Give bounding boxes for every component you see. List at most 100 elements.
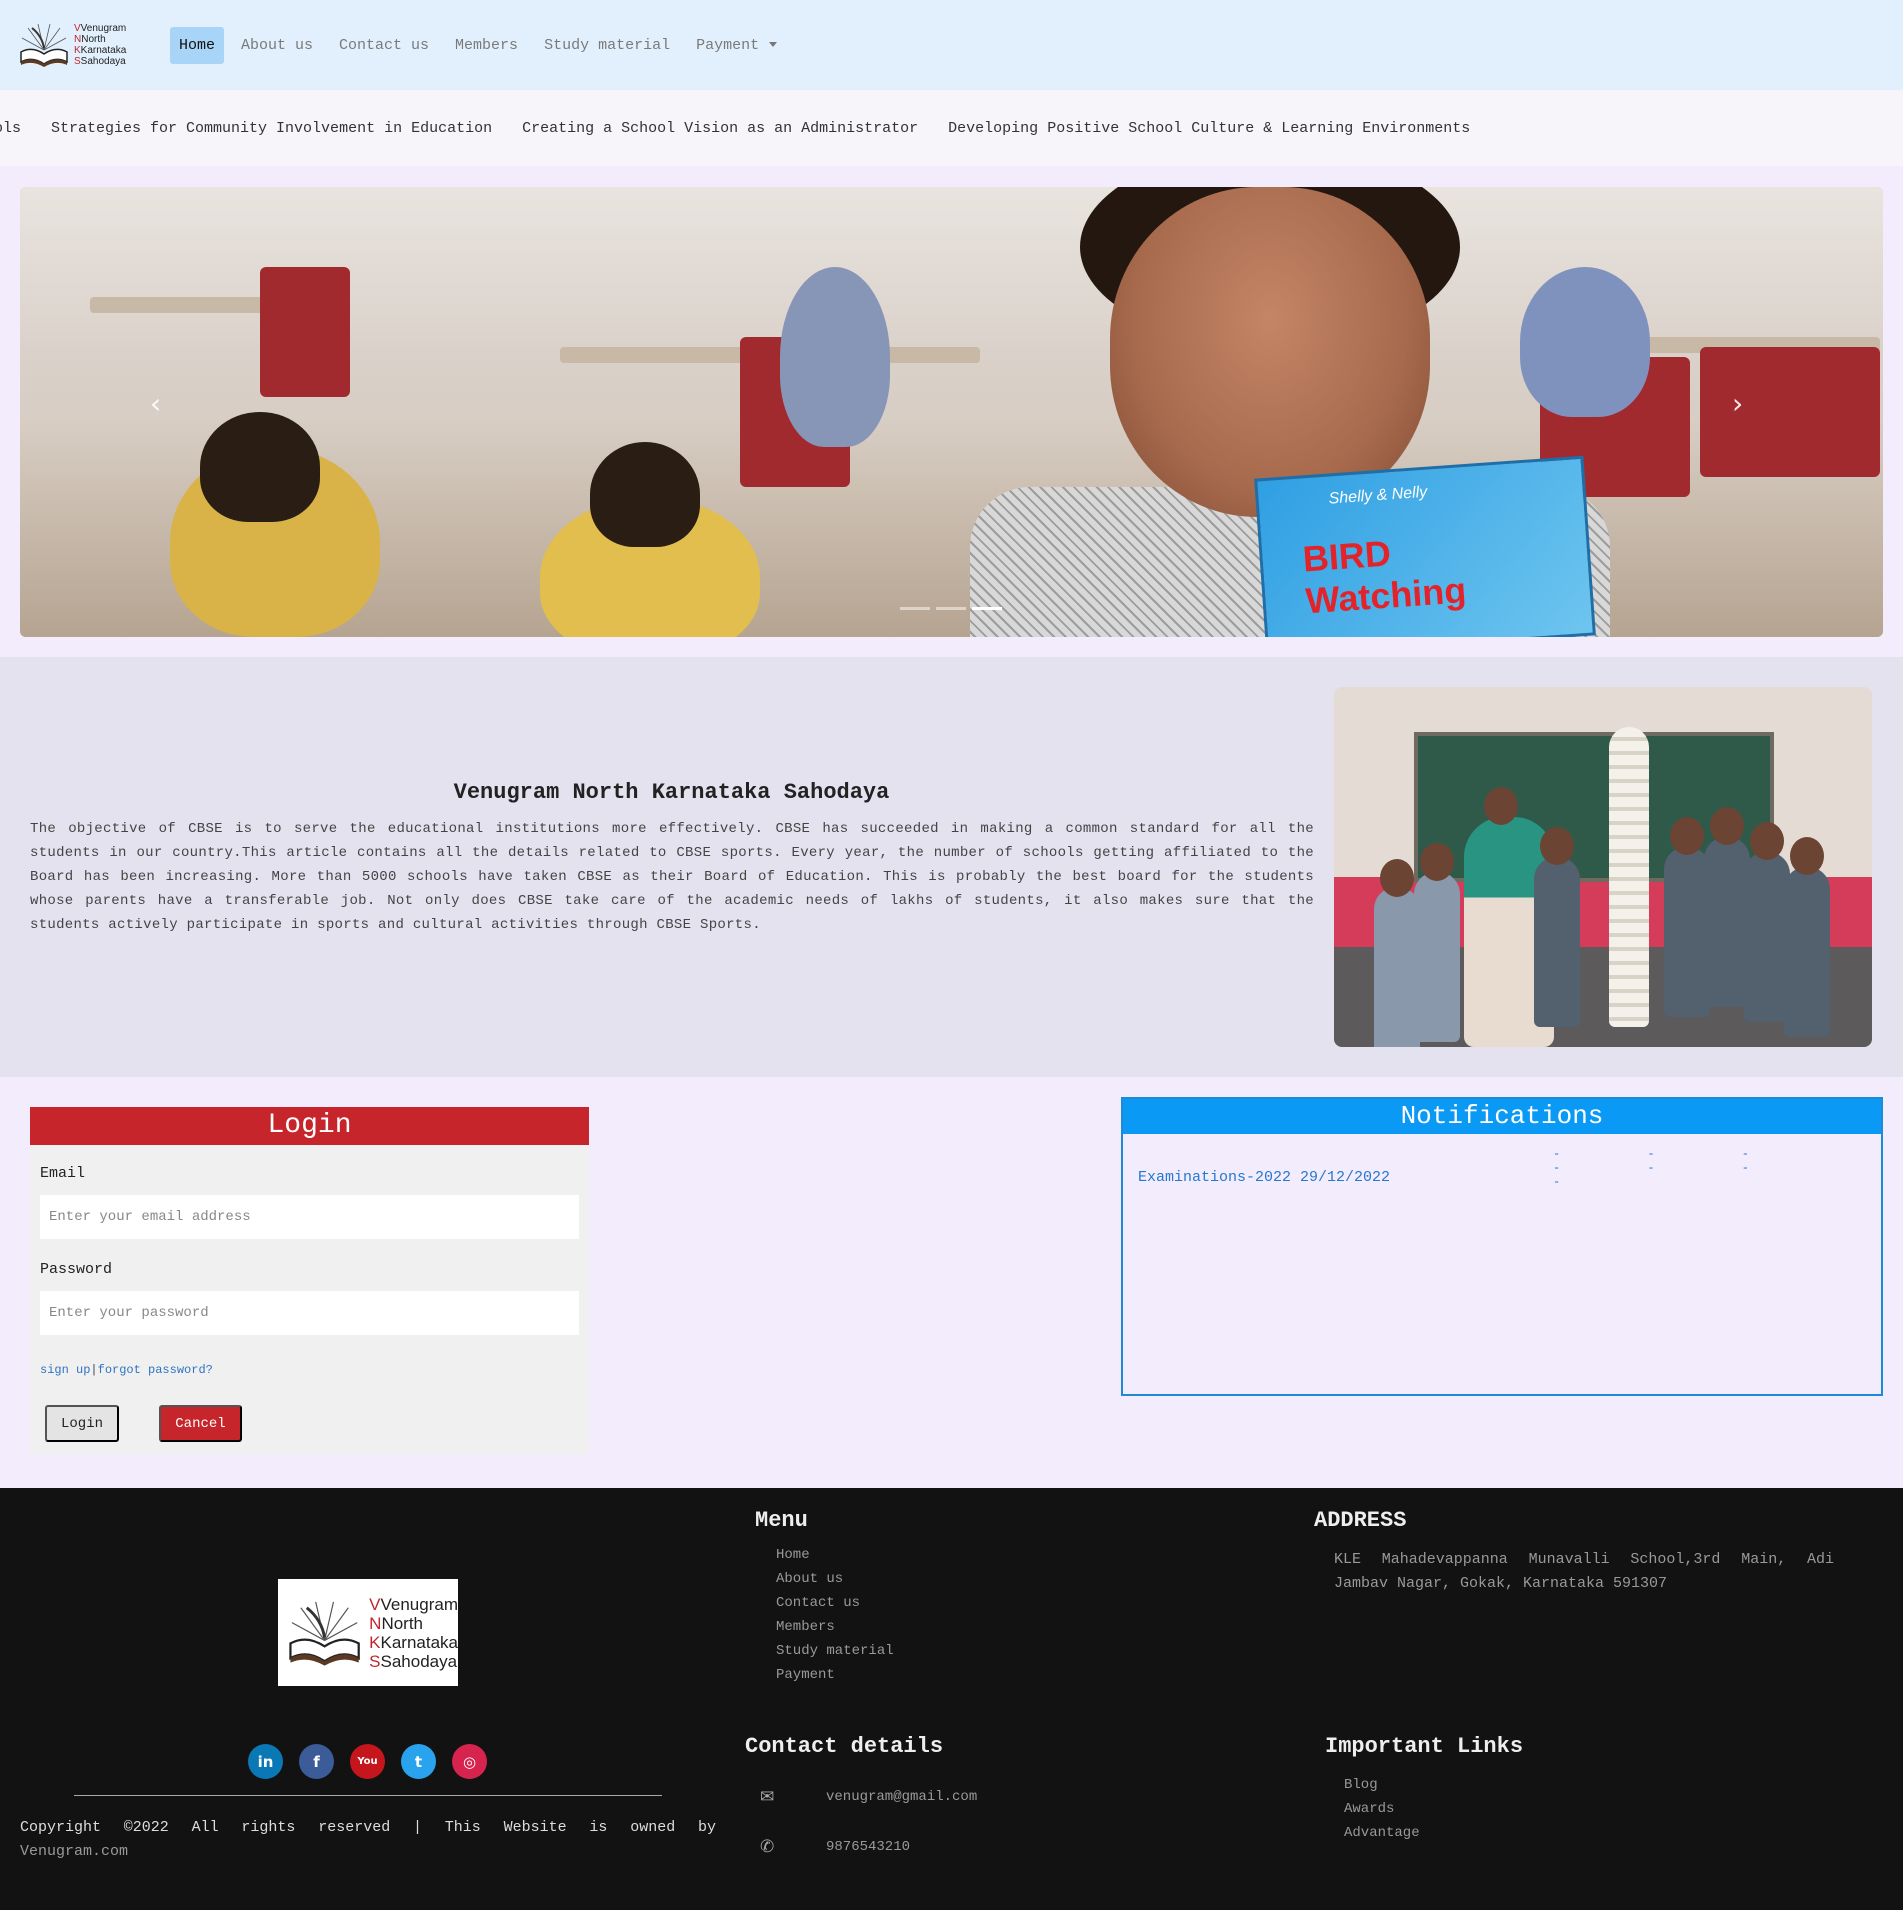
about-section: Venugram North Karnataka Sahodaya The ob… <box>0 657 1903 1077</box>
student-head <box>1380 859 1414 897</box>
carousel-indicator[interactable] <box>936 607 966 610</box>
brand-line-1: Venugram <box>80 23 127 34</box>
about-text: The objective of CBSE is to serve the ed… <box>30 821 1314 933</box>
ticker-item[interactable]: ols <box>0 120 21 137</box>
nav-about-us[interactable]: About us <box>232 27 322 64</box>
envelope-icon: ✉ <box>760 1787 775 1807</box>
copyright-text: Copyright ©2022 All rights reserved | Th… <box>20 1816 716 1864</box>
book-logo-icon <box>289 1601 360 1666</box>
book-subtitle: Shelly & Nelly <box>1328 483 1428 508</box>
login-form: Login Email Enter your email address Pas… <box>30 1107 589 1454</box>
student-figure <box>200 412 320 522</box>
email-label: Email <box>40 1165 86 1182</box>
carousel-indicator[interactable] <box>900 607 930 610</box>
email-value[interactable]: venugram@gmail.com <box>826 1789 977 1805</box>
nav-payment-dropdown[interactable]: Payment <box>687 27 786 64</box>
contact-phone: ✆ 9876543210 <box>760 1837 910 1857</box>
brand-line-4: Sahodaya <box>380 1651 458 1671</box>
footer-menu-payment[interactable]: Payment <box>776 1663 894 1687</box>
footer-menu-home[interactable]: Home <box>776 1543 894 1567</box>
footer-menu: Home About us Contact us Members Study m… <box>776 1543 894 1687</box>
footer-brand-name: VVenugram NNorth KKarnataka SSahodaya <box>369 1594 459 1671</box>
caret-down-icon <box>769 42 778 48</box>
important-links-heading: Important Links <box>1325 1734 1524 1759</box>
ticker-item[interactable]: Strategies for Community Involvement in … <box>51 120 492 137</box>
nav-study-material[interactable]: Study material <box>535 27 679 64</box>
carousel-indicator-active[interactable] <box>972 607 1002 610</box>
brand-line-3: Karnataka <box>80 45 127 56</box>
student-figure <box>1520 267 1650 417</box>
book-title: BIRD Watching <box>1301 527 1467 622</box>
login-button[interactable]: Login <box>45 1405 119 1442</box>
forgot-password-link[interactable]: forgot password? <box>98 1363 213 1377</box>
footer-menu-contact-us[interactable]: Contact us <box>776 1591 894 1615</box>
password-field[interactable]: Enter your password <box>40 1291 579 1335</box>
classroom-photo <box>1334 687 1872 1047</box>
nav-payment-label: Payment <box>696 36 760 54</box>
chevron-left-icon[interactable]: ‹ <box>150 387 161 420</box>
book-image: Shelly & Nelly BIRD Watching <box>1254 455 1596 637</box>
footer-logo[interactable]: VVenugram NNorth KKarnataka SSahodaya <box>278 1579 458 1686</box>
notification-item[interactable]: Examinations-2022 29/12/2022 <box>1138 1169 1390 1186</box>
auth-links: sign up|forgot password? <box>40 1363 213 1377</box>
notifications-title: Notifications <box>1123 1099 1881 1134</box>
owner-link[interactable]: Venugram.com <box>20 1843 128 1860</box>
contact-heading: Contact details <box>745 1734 944 1759</box>
student-figure <box>780 267 890 447</box>
brand-name: VVenugram NNorth KKarnataka SSahodaya <box>74 23 127 67</box>
link-awards[interactable]: Awards <box>1344 1797 1420 1821</box>
student-head <box>1790 837 1824 875</box>
notifications-panel: Notifications - - - - - - - Examinations… <box>1121 1097 1883 1396</box>
password-label: Password <box>40 1261 113 1278</box>
phone-icon: ✆ <box>760 1837 775 1857</box>
nav-members[interactable]: Members <box>446 27 527 64</box>
girl-figure <box>1110 187 1430 517</box>
login-title: Login <box>30 1107 589 1145</box>
student-head <box>1540 827 1574 865</box>
about-title: Venugram North Karnataka Sahodaya <box>453 780 890 805</box>
image-carousel: Shelly & Nelly BIRD Watching ‹ › <box>20 187 1883 637</box>
youtube-icon[interactable]: You <box>350 1744 385 1779</box>
brand-line-1: Venugram <box>380 1594 459 1614</box>
footer-menu-study-material[interactable]: Study material <box>776 1639 894 1663</box>
cancel-button[interactable]: Cancel <box>159 1405 242 1442</box>
brand-line-2: North <box>81 34 106 45</box>
important-links: Blog Awards Advantage <box>1344 1773 1420 1845</box>
link-separator: | <box>90 1363 98 1377</box>
skeleton-model <box>1609 727 1649 1027</box>
book-logo-icon <box>20 23 68 67</box>
twitter-icon[interactable]: t <box>401 1744 436 1779</box>
contact-email: ✉ venugram@gmail.com <box>760 1787 977 1807</box>
phone-value[interactable]: 9876543210 <box>826 1839 910 1855</box>
footer: VVenugram NNorth KKarnataka SSahodaya in… <box>0 1488 1903 1910</box>
nav-contact-us[interactable]: Contact us <box>330 27 438 64</box>
footer-divider <box>74 1795 662 1796</box>
navbar: VVenugram NNorth KKarnataka SSahodaya Ho… <box>0 0 1903 90</box>
chevron-right-icon[interactable]: › <box>1732 387 1743 420</box>
link-advantage[interactable]: Advantage <box>1344 1821 1420 1845</box>
nav-home[interactable]: Home <box>170 26 225 64</box>
footer-menu-members[interactable]: Members <box>776 1615 894 1639</box>
facebook-icon[interactable]: f <box>299 1744 334 1779</box>
address-heading: ADDRESS <box>1314 1508 1407 1533</box>
brand-logo[interactable]: VVenugram NNorth KKarnataka SSahodaya <box>18 20 148 70</box>
footer-menu-about-us[interactable]: About us <box>776 1567 894 1591</box>
teacher-head <box>1484 787 1518 825</box>
email-field[interactable]: Enter your email address <box>40 1195 579 1239</box>
address-text: KLE Mahadevappanna Munavalli School,3rd … <box>1334 1551 1834 1592</box>
book-title-line-1: BIRD <box>1301 532 1393 580</box>
ticker-item[interactable]: Developing Positive School Culture & Lea… <box>948 120 1470 137</box>
instagram-icon[interactable]: ◎ <box>452 1744 487 1779</box>
linkedin-icon[interactable]: in <box>248 1744 283 1779</box>
link-blog[interactable]: Blog <box>1344 1773 1420 1797</box>
brand-line-4: Sahodaya <box>80 56 126 67</box>
student-figure <box>590 442 700 547</box>
ticker-item[interactable]: Creating a School Vision as an Administr… <box>522 120 918 137</box>
carousel-indicators <box>900 607 1002 610</box>
signup-link[interactable]: sign up <box>40 1363 90 1377</box>
chair <box>1700 347 1880 477</box>
student-head <box>1670 817 1704 855</box>
student-figure <box>1414 872 1460 1042</box>
main-nav: Home About us Contact us Members Study m… <box>170 26 794 64</box>
social-links: in f You t ◎ <box>248 1744 487 1779</box>
